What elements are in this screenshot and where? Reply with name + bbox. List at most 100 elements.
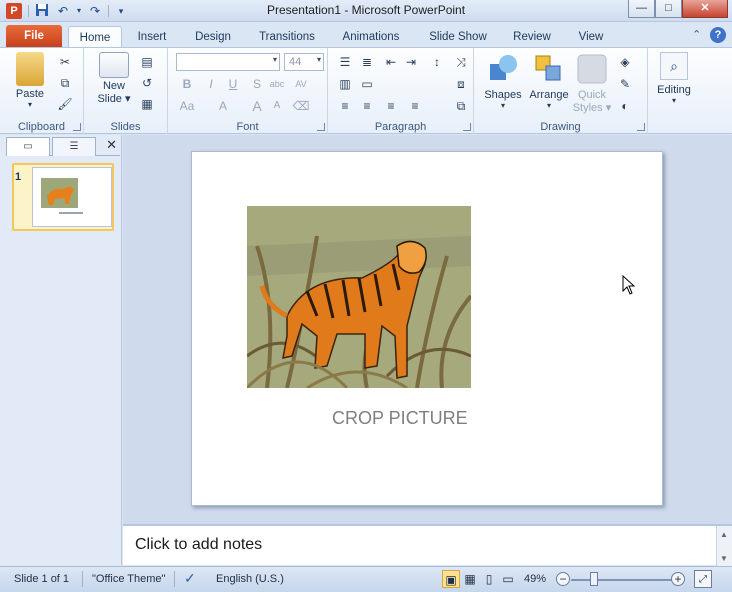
- slides-group-label: Slides: [110, 121, 141, 133]
- new-slide-icon: [99, 52, 129, 78]
- bullets-icon[interactable]: ☰: [336, 54, 354, 70]
- tab-transitions[interactable]: Transitions: [252, 26, 322, 48]
- font-size-input[interactable]: 44 ▾: [284, 53, 324, 71]
- strikethrough-button[interactable]: abc: [268, 76, 286, 92]
- tiger-picture[interactable]: [247, 206, 471, 388]
- notes-scrollbar[interactable]: ▲ ▼: [716, 526, 732, 567]
- smartart-icon[interactable]: ⧈: [452, 76, 470, 92]
- minimize-ribbon-icon[interactable]: ⌃: [692, 28, 701, 41]
- change-case-button[interactable]: Aa: [178, 98, 196, 114]
- tab-view[interactable]: View: [570, 26, 612, 48]
- cut-icon[interactable]: ✂: [56, 54, 74, 70]
- align-left-icon[interactable]: ≡: [336, 98, 354, 114]
- arrange-button[interactable]: Arrange ▾: [526, 52, 572, 110]
- slide-canvas[interactable]: CROP PICTURE: [191, 151, 663, 506]
- paragraph-group: ☰ ≣ ⇤ ⇥ ↕ ⤨ ▥ ▭ ⧈ ≡ ≡ ≡ ≡ ⧉ Paragraph: [328, 48, 474, 134]
- scroll-up-icon[interactable]: ▲: [720, 530, 728, 539]
- drawing-group-label: Drawing: [540, 121, 581, 133]
- quick-styles-button[interactable]: Quick Styles ▾: [572, 52, 612, 114]
- bold-button[interactable]: B: [178, 76, 196, 92]
- language-indicator[interactable]: English (U.S.): [216, 573, 284, 585]
- underline-button[interactable]: U: [224, 76, 242, 92]
- grow-font-button[interactable]: A: [248, 98, 266, 114]
- tab-file[interactable]: File: [6, 25, 62, 48]
- slides-group: New Slide ▾ ▤ ↺ ▦ Slides: [84, 48, 168, 134]
- copy-icon[interactable]: ⧉: [56, 75, 74, 91]
- shapes-button[interactable]: Shapes ▾: [480, 52, 526, 110]
- reading-view-icon[interactable]: ▯: [480, 570, 498, 588]
- zoom-slider-thumb[interactable]: [590, 572, 598, 586]
- columns-icon[interactable]: ▥: [336, 76, 354, 92]
- zoom-level[interactable]: 49%: [524, 573, 546, 585]
- slide-thumbnail[interactable]: [12, 163, 114, 231]
- numbering-icon[interactable]: ≣: [358, 54, 376, 70]
- scroll-down-icon[interactable]: ▼: [720, 554, 728, 563]
- normal-view-icon[interactable]: ▣: [442, 570, 460, 588]
- align-text-icon[interactable]: ▭: [358, 76, 376, 92]
- decrease-indent-icon[interactable]: ⇤: [382, 54, 400, 70]
- slide-show-icon[interactable]: ▭: [499, 570, 517, 588]
- minimize-button[interactable]: —: [628, 0, 655, 18]
- fit-to-window-icon[interactable]: ⤢: [694, 570, 712, 588]
- align-right-icon[interactable]: ≡: [382, 98, 400, 114]
- reset-icon[interactable]: ↺: [138, 75, 156, 91]
- tab-review[interactable]: Review: [508, 26, 556, 48]
- notes-pane[interactable]: Click to add notes ▲ ▼: [123, 524, 732, 567]
- tab-home[interactable]: Home: [68, 26, 122, 48]
- paragraph-launcher-icon[interactable]: [463, 123, 471, 131]
- increase-indent-icon[interactable]: ⇥: [402, 54, 420, 70]
- drawing-launcher-icon[interactable]: [637, 123, 645, 131]
- tab-design[interactable]: Design: [188, 26, 238, 48]
- new-slide-label-2: Slide: [97, 93, 122, 105]
- spelling-check-icon[interactable]: ✓: [184, 570, 196, 587]
- slides-pane: ▭ ☰ ✕ 1: [0, 135, 122, 565]
- tab-insert[interactable]: Insert: [129, 26, 175, 48]
- font-color-button[interactable]: A: [214, 98, 232, 114]
- slide-number: 1: [15, 171, 22, 183]
- character-spacing-button[interactable]: AV: [292, 76, 310, 92]
- close-button[interactable]: ✕: [682, 0, 728, 18]
- zoom-slider-track[interactable]: [571, 579, 674, 581]
- shapes-icon: [490, 55, 517, 80]
- arrange-label: Arrange: [529, 89, 569, 101]
- zoom-in-button[interactable]: +: [671, 572, 685, 586]
- tab-slides[interactable]: ▭: [6, 137, 50, 156]
- shape-fill-icon[interactable]: ◈: [616, 54, 634, 70]
- title-bar: P ↶ ▾ ↷ ▾ Presentation1 - Microsoft Powe…: [0, 0, 732, 22]
- text-direction-icon[interactable]: ⤨: [452, 54, 470, 70]
- font-launcher-icon[interactable]: [317, 123, 325, 131]
- tab-outline[interactable]: ☰: [52, 137, 96, 156]
- close-pane-icon[interactable]: ✕: [106, 137, 117, 153]
- align-center-icon[interactable]: ≡: [358, 98, 376, 114]
- thumbnail-picture: [41, 178, 78, 208]
- clear-formatting-icon[interactable]: ⌫: [292, 98, 310, 114]
- shrink-font-button[interactable]: A: [268, 98, 286, 114]
- convert-smartart-icon[interactable]: ⧉: [452, 98, 470, 114]
- section-icon[interactable]: ▦: [138, 96, 156, 112]
- paste-button[interactable]: Paste ▾: [8, 52, 52, 109]
- editing-button[interactable]: ⌕ Editing ▾: [652, 52, 696, 105]
- notes-placeholder[interactable]: Click to add notes: [135, 536, 262, 554]
- tab-slide-show[interactable]: Slide Show: [423, 26, 493, 48]
- slide-sorter-icon[interactable]: ▦: [461, 570, 479, 588]
- shape-effects-icon[interactable]: ◐: [616, 98, 634, 114]
- maximize-button[interactable]: □: [655, 0, 682, 18]
- italic-button[interactable]: I: [202, 76, 220, 92]
- slide-caption[interactable]: CROP PICTURE: [332, 408, 652, 429]
- format-painter-icon[interactable]: 🖌: [56, 96, 74, 112]
- new-slide-button[interactable]: New Slide ▾: [92, 52, 136, 105]
- theme-name[interactable]: "Office Theme": [92, 573, 165, 585]
- font-name-input[interactable]: ▾: [176, 53, 280, 71]
- help-icon[interactable]: ?: [710, 27, 726, 43]
- shape-outline-icon[interactable]: ✎: [616, 76, 634, 92]
- shadow-button[interactable]: S: [248, 76, 266, 92]
- drawing-group: Shapes ▾ Arrange ▾ Quick Styles ▾ ◈ ✎ ◐ …: [474, 48, 648, 134]
- zoom-out-button[interactable]: −: [556, 572, 570, 586]
- line-spacing-icon[interactable]: ↕: [428, 54, 446, 70]
- clipboard-launcher-icon[interactable]: [73, 123, 81, 131]
- slide-editing-area: CROP PICTURE: [123, 135, 732, 524]
- justify-icon[interactable]: ≡: [406, 98, 424, 114]
- layout-icon[interactable]: ▤: [138, 54, 156, 70]
- thumbnail-slide: [32, 167, 112, 227]
- tab-animations[interactable]: Animations: [336, 26, 406, 48]
